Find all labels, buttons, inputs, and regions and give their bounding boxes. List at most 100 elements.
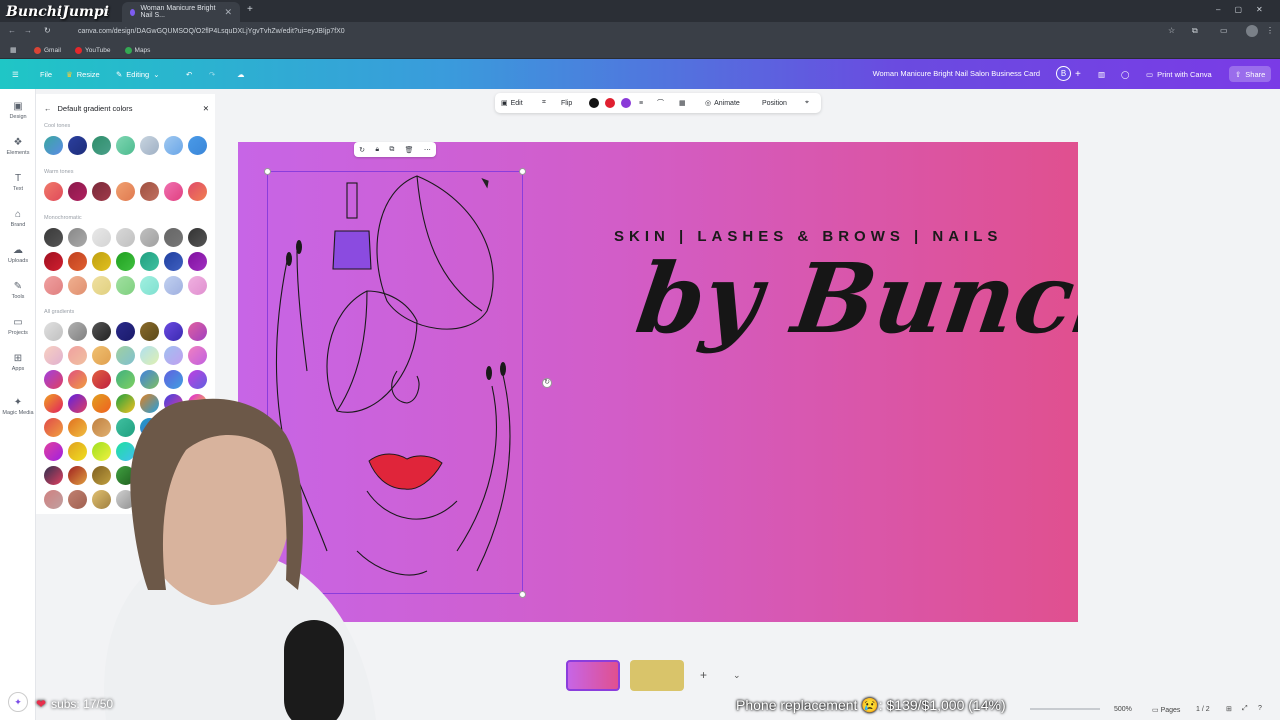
new-tab-plus-icon[interactable]: + [247,4,253,15]
gradient-swatch[interactable] [116,182,135,201]
apps-grid-icon[interactable]: ▦ [10,46,17,54]
cast-icon[interactable]: ▭ [1220,26,1228,35]
gradient-swatch[interactable] [140,322,159,341]
fullscreen-icon[interactable]: ⤢ [1242,705,1248,713]
zoom-level[interactable]: 500% [1114,706,1132,713]
gradient-swatch[interactable] [68,276,87,295]
gradient-swatch[interactable] [116,276,135,295]
gradient-swatch[interactable] [140,346,159,365]
gradient-swatch[interactable] [68,228,87,247]
print-with-canva-button[interactable]: ▭ Print with Canva [1140,66,1218,82]
gradient-swatch[interactable] [188,252,207,271]
gradient-swatch[interactable] [116,252,135,271]
gradient-swatch[interactable] [68,252,87,271]
back-arrow-icon[interactable]: ← [44,104,52,113]
brand-name-text[interactable]: by Bunchi [630,242,1078,355]
close-tab-icon[interactable]: ✕ [224,7,232,18]
resize-handle[interactable] [519,591,526,598]
gradient-swatch[interactable] [116,136,135,155]
paint-format-icon[interactable]: ⌖ [805,97,809,109]
resize-handle[interactable] [519,168,526,175]
sidebar-item-brand[interactable]: ⌂ Brand [0,209,36,228]
sidebar-item-tools[interactable]: ✎ Tools [0,281,36,300]
comment-icon[interactable]: ◯ [1121,67,1129,81]
gradient-swatch[interactable] [188,370,207,389]
design-title[interactable]: Woman Manicure Bright Nail Salon Busines… [873,69,1040,78]
magic-assistant-icon[interactable]: ✦ [8,692,28,712]
gradient-swatch[interactable] [164,346,183,365]
gradient-swatch[interactable] [116,370,135,389]
bookmark-maps[interactable]: Maps [124,46,150,54]
hamburger-icon[interactable]: ☰ [12,67,19,81]
gradient-swatch[interactable] [188,276,207,295]
reload-icon[interactable]: ↻ [44,26,51,35]
editing-mode-button[interactable]: ✎ Editing ⌄ [116,67,160,81]
rotate-icon[interactable]: ↻ [359,146,365,154]
color-swatch-red[interactable] [605,98,615,108]
gradient-swatch[interactable] [116,228,135,247]
help-icon[interactable]: ? [1258,705,1262,712]
flip-button[interactable]: Flip [561,97,572,109]
gradient-swatch[interactable] [140,276,159,295]
profile-avatar[interactable] [1246,25,1258,37]
sidebar-item-design[interactable]: ▣ Design [0,101,36,120]
position-button[interactable]: Position [762,97,787,109]
redo-button[interactable]: ↷ [209,67,215,81]
bookmark-youtube[interactable]: YouTube [74,46,111,54]
color-swatch-purple[interactable] [621,98,631,108]
gradient-swatch[interactable] [92,322,111,341]
gradient-swatch[interactable] [188,228,207,247]
pages-button[interactable]: ▭ Pages [1152,706,1180,714]
url-field[interactable]: canva.com/design/DAGwGQUMSOQ/O2flP4LsquD… [64,25,1164,39]
file-menu-button[interactable]: File [40,67,52,81]
edit-button[interactable]: ▣ Edit [501,97,523,109]
bookmark-star-icon[interactable]: ☆ [1168,26,1175,35]
sidebar-item-projects[interactable]: ▭ Projects [0,317,36,336]
gradient-swatch[interactable] [164,136,183,155]
bookmark-gmail[interactable]: Gmail [34,46,61,54]
gradient-swatch[interactable] [140,228,159,247]
cloud-save-icon[interactable]: ☁ [237,67,245,81]
page-thumbnail-2[interactable] [630,660,684,691]
lock-icon[interactable]: 🔒︎ [375,146,379,154]
sidebar-item-apps[interactable]: ⊞ Apps [0,353,36,372]
duplicate-icon[interactable]: ⧉ [389,146,394,154]
gradient-swatch[interactable] [188,136,207,155]
gradient-swatch[interactable] [68,322,87,341]
gradient-swatch[interactable] [44,276,63,295]
resize-handle[interactable] [264,168,271,175]
browser-menu-icon[interactable]: ⋮ [1266,26,1274,35]
insights-chart-icon[interactable]: ▥ [1098,67,1105,81]
share-button[interactable]: ⇧ Share [1229,66,1272,82]
avatar[interactable]: B [1056,66,1071,81]
gradient-swatch[interactable] [164,252,183,271]
page-thumbnail-1[interactable] [566,660,620,691]
gradient-swatch[interactable] [44,322,63,341]
sidebar-item-text[interactable]: T Text [0,173,36,192]
extensions-icon[interactable]: ⧉ [1192,26,1198,36]
gradient-swatch[interactable] [164,322,183,341]
grid-view-icon[interactable]: ⊞ [1226,705,1232,713]
curve-icon[interactable]: ⌒ [657,97,664,109]
gradient-swatch[interactable] [92,228,111,247]
browser-tab-active[interactable]: Woman Manicure Bright Nail S... ✕ [122,2,240,22]
gradient-swatch[interactable] [164,370,183,389]
gradient-swatch[interactable] [44,252,63,271]
gradient-swatch[interactable] [164,228,183,247]
gradient-swatch[interactable] [164,276,183,295]
more-options-icon[interactable]: ⋯ [424,146,431,154]
color-swatch-black[interactable] [589,98,599,108]
gradient-swatch[interactable] [68,182,87,201]
gradient-swatch[interactable] [140,136,159,155]
gradient-swatch[interactable] [44,346,63,365]
gradient-swatch[interactable] [68,346,87,365]
gradient-swatch[interactable] [92,136,111,155]
gradient-swatch[interactable] [92,346,111,365]
gradient-swatch[interactable] [92,182,111,201]
gradient-swatch[interactable] [140,252,159,271]
transparency-icon[interactable]: ▦ [679,97,686,109]
sidebar-item-magic-media[interactable]: ✦ Magic Media [0,397,36,416]
gradient-swatch[interactable] [68,136,87,155]
nav-buttons[interactable]: ←→ [8,26,40,35]
gradient-swatch[interactable] [92,252,111,271]
